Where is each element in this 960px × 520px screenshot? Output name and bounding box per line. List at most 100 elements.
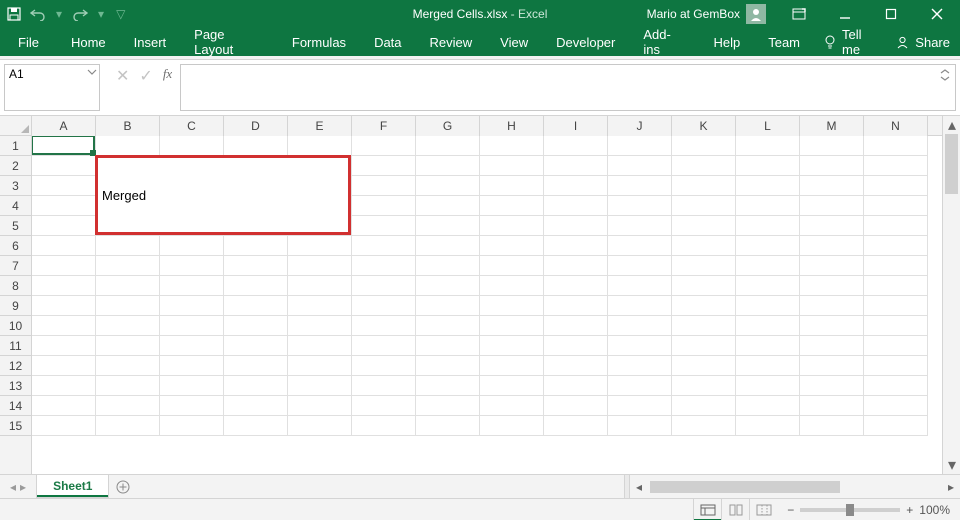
zoom-in-button[interactable]: +: [906, 503, 913, 517]
cell[interactable]: [480, 136, 544, 156]
cell[interactable]: [224, 376, 288, 396]
column-header[interactable]: J: [608, 116, 672, 136]
cell[interactable]: [32, 316, 96, 336]
cell[interactable]: [352, 416, 416, 436]
cell[interactable]: [416, 356, 480, 376]
row-header[interactable]: 8: [0, 276, 31, 296]
cell[interactable]: [288, 296, 352, 316]
merged-cell[interactable]: Merged: [96, 156, 350, 234]
minimize-icon[interactable]: [822, 0, 868, 28]
cell[interactable]: [736, 216, 800, 236]
cell[interactable]: [480, 416, 544, 436]
cell[interactable]: [864, 336, 928, 356]
cell[interactable]: [672, 216, 736, 236]
cell[interactable]: [800, 376, 864, 396]
column-header[interactable]: D: [224, 116, 288, 136]
scroll-left-icon[interactable]: ◂: [630, 478, 648, 496]
cell[interactable]: [288, 376, 352, 396]
cell[interactable]: [416, 396, 480, 416]
row-header[interactable]: 11: [0, 336, 31, 356]
cell[interactable]: [224, 276, 288, 296]
hscroll-thumb[interactable]: [650, 481, 840, 493]
cell[interactable]: [96, 356, 160, 376]
zoom-slider-knob[interactable]: [846, 504, 854, 516]
column-header[interactable]: L: [736, 116, 800, 136]
row-header[interactable]: 13: [0, 376, 31, 396]
cell[interactable]: [800, 156, 864, 176]
cell[interactable]: [160, 136, 224, 156]
cell[interactable]: [352, 396, 416, 416]
cell[interactable]: [736, 156, 800, 176]
tab-insert[interactable]: Insert: [120, 28, 181, 56]
cell[interactable]: [32, 216, 96, 236]
cell[interactable]: [672, 196, 736, 216]
cell[interactable]: [288, 136, 352, 156]
tab-review[interactable]: Review: [416, 28, 487, 56]
cell[interactable]: [608, 316, 672, 336]
column-header[interactable]: C: [160, 116, 224, 136]
column-header[interactable]: G: [416, 116, 480, 136]
cell[interactable]: [416, 316, 480, 336]
cell[interactable]: [800, 396, 864, 416]
cell[interactable]: [672, 176, 736, 196]
row-header[interactable]: 2: [0, 156, 31, 176]
cell[interactable]: [352, 296, 416, 316]
cell[interactable]: [736, 256, 800, 276]
cell[interactable]: [864, 356, 928, 376]
cell[interactable]: [352, 316, 416, 336]
cell[interactable]: [32, 276, 96, 296]
cell[interactable]: [608, 236, 672, 256]
cell[interactable]: [96, 336, 160, 356]
cell[interactable]: [864, 256, 928, 276]
row-header[interactable]: 14: [0, 396, 31, 416]
cell[interactable]: [32, 416, 96, 436]
cell[interactable]: [864, 276, 928, 296]
vscroll-track[interactable]: [943, 134, 960, 456]
cell[interactable]: [544, 216, 608, 236]
cell[interactable]: [32, 176, 96, 196]
cell[interactable]: [544, 376, 608, 396]
cell[interactable]: [736, 136, 800, 156]
cancel-icon[interactable]: ✕: [116, 66, 129, 86]
insert-function-icon[interactable]: fx: [163, 66, 172, 82]
expand-formula-bar-icon[interactable]: [939, 69, 951, 81]
cell[interactable]: [608, 136, 672, 156]
cell[interactable]: [32, 336, 96, 356]
cell[interactable]: [480, 316, 544, 336]
sheet-nav-prev-icon[interactable]: ◂: [10, 480, 16, 494]
cell[interactable]: [416, 236, 480, 256]
cell[interactable]: [800, 276, 864, 296]
qat-customize-icon[interactable]: ▽: [116, 7, 125, 21]
cell[interactable]: [800, 356, 864, 376]
tab-formulas[interactable]: Formulas: [278, 28, 360, 56]
column-header[interactable]: N: [864, 116, 928, 136]
cell[interactable]: [224, 396, 288, 416]
cell[interactable]: [672, 316, 736, 336]
cell[interactable]: [96, 416, 160, 436]
row-header[interactable]: 4: [0, 196, 31, 216]
cell[interactable]: [288, 336, 352, 356]
cell[interactable]: [416, 136, 480, 156]
horizontal-scrollbar[interactable]: ◂ ▸: [630, 475, 960, 498]
tab-team[interactable]: Team: [754, 28, 814, 56]
cell[interactable]: [736, 416, 800, 436]
qat-dropdown-redo[interactable]: ▾: [98, 7, 104, 21]
cell[interactable]: [864, 316, 928, 336]
cell[interactable]: [224, 236, 288, 256]
cell[interactable]: [416, 256, 480, 276]
cell[interactable]: [672, 276, 736, 296]
cell[interactable]: [96, 276, 160, 296]
cell[interactable]: [544, 356, 608, 376]
cell[interactable]: [224, 136, 288, 156]
tab-home[interactable]: Home: [57, 28, 120, 56]
column-header[interactable]: M: [800, 116, 864, 136]
column-header[interactable]: H: [480, 116, 544, 136]
scroll-right-icon[interactable]: ▸: [942, 478, 960, 496]
cell[interactable]: [32, 356, 96, 376]
cell[interactable]: [736, 176, 800, 196]
column-header[interactable]: A: [32, 116, 96, 136]
cell[interactable]: [608, 276, 672, 296]
cell[interactable]: [160, 376, 224, 396]
cell[interactable]: [416, 416, 480, 436]
cell[interactable]: [544, 296, 608, 316]
